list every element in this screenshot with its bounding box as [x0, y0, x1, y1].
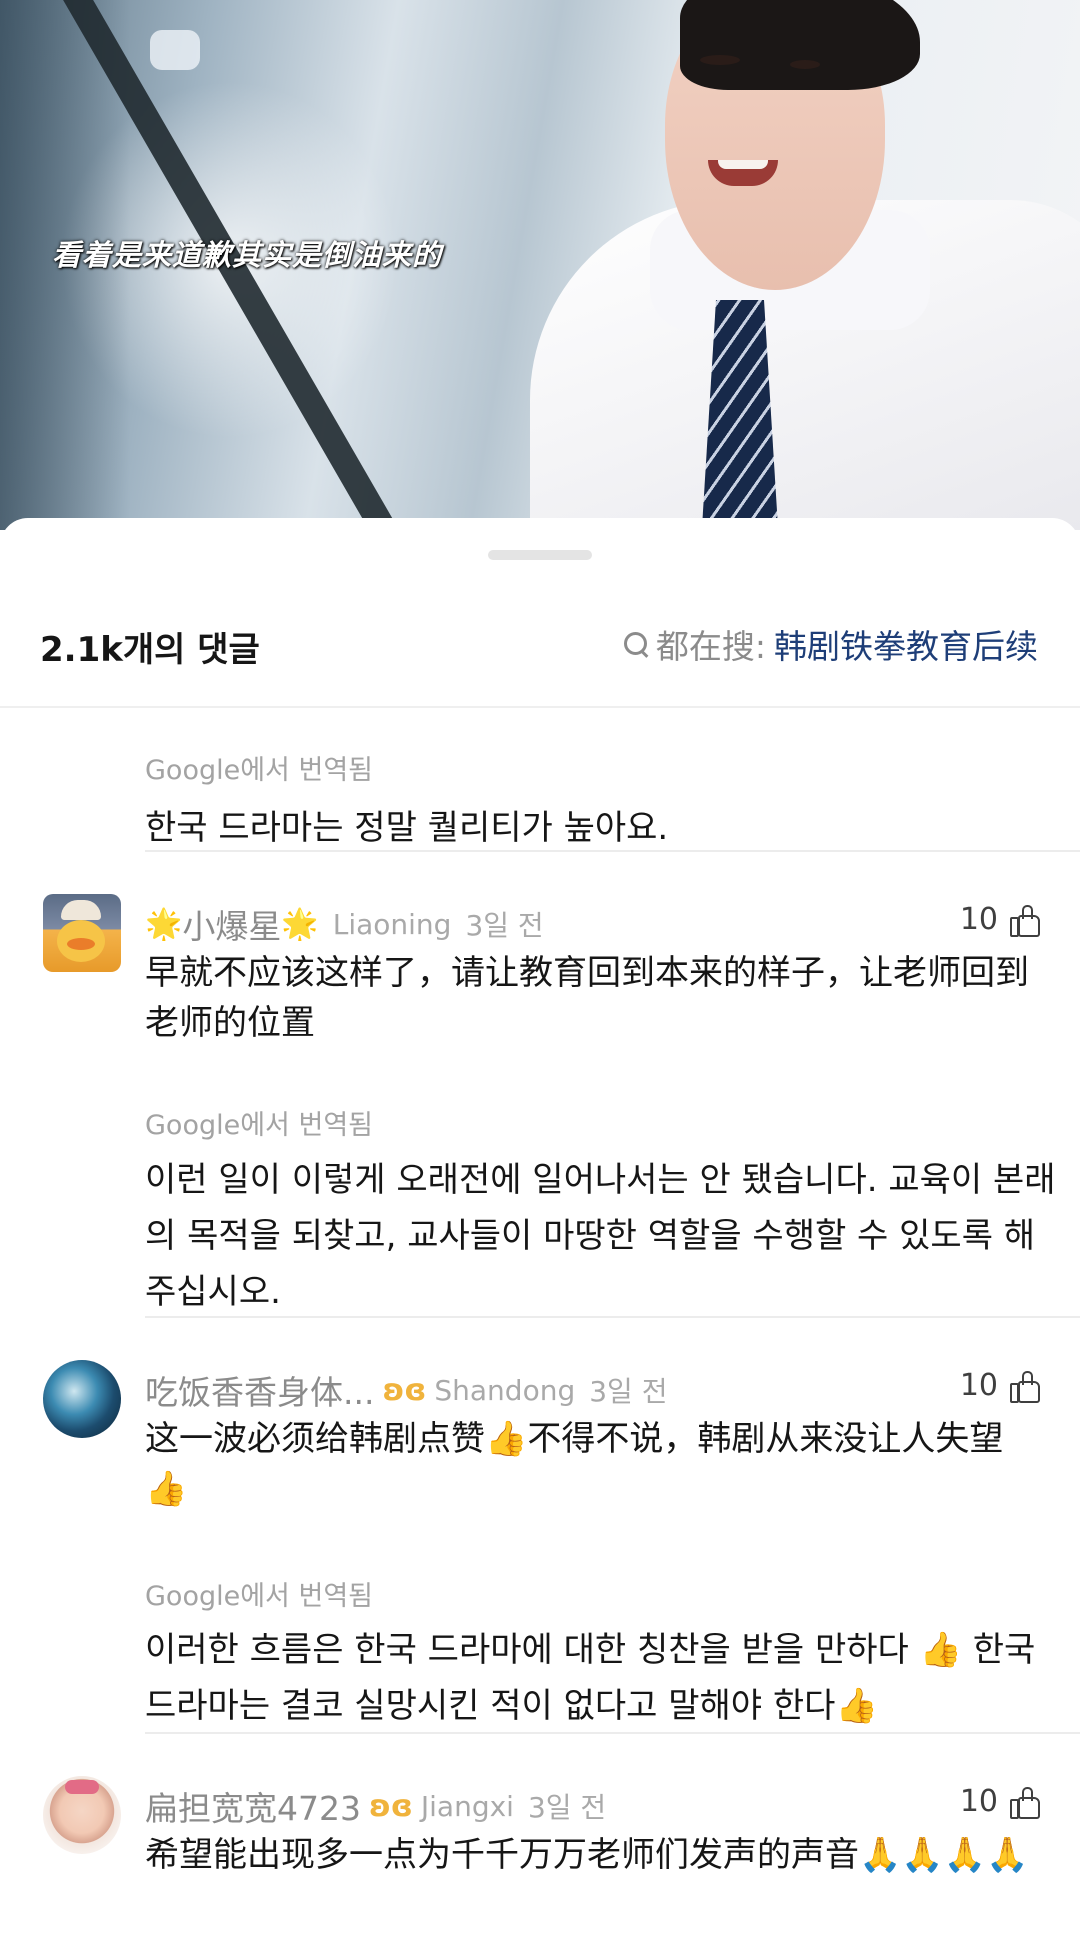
- trending-search-link[interactable]: 都在搜: 韩剧铁拳教育后续: [622, 620, 1038, 668]
- like-button[interactable]: 10: [960, 1784, 1040, 1819]
- comment-username[interactable]: 小爆星: [182, 900, 281, 948]
- thumbs-up-icon: [1010, 1370, 1040, 1403]
- comment-username-row: 吃饭香香身体... ʚɞ Shandong 3일 전: [145, 1366, 667, 1414]
- video-frame-person: [530, 0, 1080, 530]
- translated-text: 한국 드라마는 정말 퀄리티가 높아요.: [145, 808, 669, 848]
- star-icon: 🌟: [145, 906, 183, 942]
- butterfly-badge-icon: ʚɞ: [368, 1788, 413, 1824]
- search-icon: [622, 630, 650, 658]
- like-button[interactable]: 10: [960, 902, 1040, 937]
- sheet-drag-handle[interactable]: [488, 550, 592, 560]
- divider: [145, 1316, 1080, 1318]
- comment-username[interactable]: 吃饭香香身体...: [145, 1366, 374, 1414]
- star-icon: 🌟: [281, 906, 319, 942]
- like-count: 10: [959, 1784, 998, 1819]
- comment-username-row: 🌟 小爆星 🌟 Liaoning 3일 전: [145, 900, 544, 948]
- trending-search-term[interactable]: 韩剧铁拳教育后续: [774, 620, 1038, 668]
- comment-location: Liaoning: [332, 907, 452, 941]
- thumbs-up-icon: [1010, 904, 1040, 937]
- butterfly-badge-icon: ʚɞ: [382, 1372, 427, 1408]
- divider: [0, 706, 1080, 708]
- comment-location: Shandong: [434, 1373, 576, 1407]
- like-button[interactable]: 10: [960, 1368, 1040, 1403]
- comment-location: Jiangxi: [420, 1789, 514, 1823]
- avatar[interactable]: [43, 1776, 121, 1854]
- translation-label: Google에서 번역됨: [145, 1581, 373, 1612]
- comments-header: 2.1k개의 댓글 都在搜: 韩剧铁拳教育后续: [0, 608, 1080, 688]
- translated-text: 이러한 흐름은 한국 드라마에 대한 칭찬을 받을 만하다 👍 한국 드라마는 …: [145, 1630, 1036, 1726]
- translation-label: Google에서 번역됨: [145, 755, 373, 786]
- comment-time: 3일 전: [527, 1791, 607, 1824]
- comment-text: 希望能出现多一点为千千万万老师们发声的声音🙏🙏🙏🙏: [145, 1835, 1029, 1875]
- comment-username[interactable]: 扁担宽宽4723: [145, 1782, 361, 1830]
- thumbs-up-icon: [1010, 1786, 1040, 1819]
- like-count: 10: [959, 902, 998, 937]
- avatar[interactable]: [43, 894, 121, 972]
- translation-label: Google에서 번역됨: [145, 1110, 373, 1141]
- trending-search-prefix: 都在搜:: [655, 627, 766, 666]
- like-count: 10: [959, 1368, 998, 1403]
- comment-time: 3일 전: [589, 1375, 668, 1408]
- comment-text: 这一波必须给韩剧点赞👍不得不说，韩剧从来没让人失望👍: [145, 1419, 1004, 1509]
- video-subtitle: 看着是来道歉其实是倒油来的: [52, 238, 443, 272]
- comment-username-row: 扁担宽宽4723 ʚɞ Jiangxi 3일 전: [145, 1782, 606, 1830]
- video-player[interactable]: 看着是来道歉其实是倒油来的: [0, 0, 1080, 530]
- avatar[interactable]: [43, 1360, 121, 1438]
- comment-text: 早就不应该这样了，请让教育回到本来的样子，让老师回到老师的位置: [145, 953, 1029, 1043]
- comment-count: 2.1k개의 댓글: [40, 630, 260, 670]
- divider: [145, 850, 1080, 852]
- divider: [145, 1732, 1080, 1734]
- comment-time: 3일 전: [465, 909, 544, 942]
- comments-sheet: 2.1k개의 댓글 都在搜: 韩剧铁拳教育后续 Google에서 번역됨 한국 …: [0, 518, 1080, 1949]
- translated-text: 이런 일이 이렇게 오래전에 일어나서는 안 됐습니다. 교육이 본래의 목적을…: [145, 1160, 1056, 1312]
